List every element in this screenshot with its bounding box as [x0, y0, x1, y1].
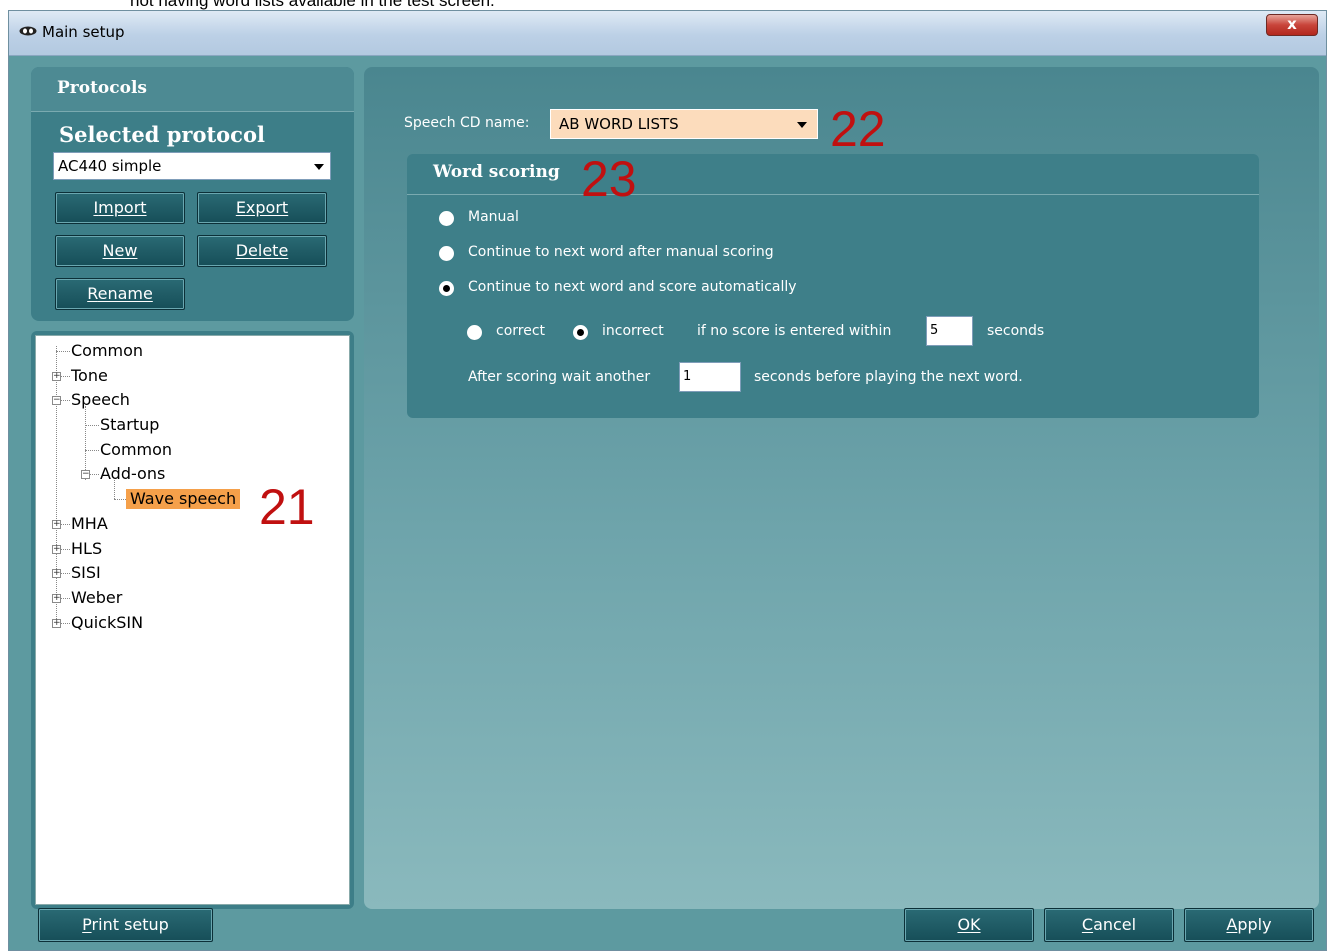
selected-protocol-label: Selected protocol	[59, 122, 265, 147]
tree-item-weber[interactable]: Weber	[71, 588, 122, 608]
title-bar: Main setup x	[9, 11, 1326, 56]
main-setup-window: Main setup x Protocols Selected protocol…	[8, 10, 1327, 951]
protocols-title: Protocols	[57, 78, 147, 98]
expand-icon[interactable]: +	[52, 545, 61, 554]
radio-continue-auto[interactable]	[439, 281, 454, 296]
tree-item-startup[interactable]: Startup	[100, 415, 159, 435]
option-continue-auto-label: Continue to next word and score automati…	[468, 279, 797, 295]
cancel-button[interactable]: Cancel	[1044, 908, 1174, 942]
protocol-select[interactable]: AC440 simple	[53, 152, 331, 180]
new-button[interactable]: New	[55, 235, 185, 267]
wait-suffix-label: seconds before playing the next word.	[754, 369, 1023, 385]
seconds-label: seconds	[987, 323, 1045, 339]
word-scoring-header: Word scoring	[407, 154, 1259, 195]
wait-label: After scoring wait another	[468, 369, 651, 385]
protocols-header: Protocols	[31, 67, 354, 112]
app-icon	[19, 26, 37, 36]
rename-button[interactable]: Rename	[55, 278, 185, 310]
tree-item-mha[interactable]: MHA	[71, 514, 108, 534]
expand-icon[interactable]: +	[52, 569, 61, 578]
tree-item-addons[interactable]: Add-ons	[100, 464, 165, 484]
import-button[interactable]: Import	[55, 192, 185, 224]
export-button[interactable]: Export	[197, 192, 327, 224]
option-manual-label: Manual	[468, 209, 519, 225]
annotation-23: 23	[581, 151, 637, 207]
expand-icon[interactable]: +	[52, 372, 61, 381]
apply-button[interactable]: Apply	[1184, 908, 1314, 942]
incorrect-label: incorrect	[602, 323, 664, 339]
tree-item-speech-common[interactable]: Common	[100, 440, 172, 460]
correct-label: correct	[496, 323, 546, 339]
tree-item-speech[interactable]: Speech	[71, 390, 130, 410]
radio-incorrect[interactable]	[573, 325, 588, 340]
radio-correct[interactable]	[467, 325, 482, 340]
chevron-down-icon	[797, 122, 807, 128]
speech-cd-value: AB WORD LISTS	[559, 115, 679, 133]
expand-icon[interactable]: +	[52, 520, 61, 529]
delete-button[interactable]: Delete	[197, 235, 327, 267]
chevron-down-icon	[314, 164, 324, 170]
tree-panel: Common + Tone − Speech Startup Common − …	[31, 331, 354, 909]
settings-panel: Speech CD name: AB WORD LISTS Word scori…	[364, 67, 1319, 909]
annotation-22: 22	[830, 101, 886, 157]
expand-icon[interactable]: +	[52, 594, 61, 603]
tree-item-sisi[interactable]: SISI	[71, 563, 101, 583]
word-scoring-group: Word scoring Manual Continue to next wor…	[407, 154, 1259, 418]
ok-button[interactable]: OK	[904, 908, 1034, 942]
close-button[interactable]: x	[1266, 14, 1318, 36]
radio-continue-manual[interactable]	[439, 246, 454, 261]
radio-manual[interactable]	[439, 211, 454, 226]
print-setup-button[interactable]: Print setup	[38, 908, 213, 942]
tree-item-hls[interactable]: HLS	[71, 539, 102, 559]
tree-item-quicksin[interactable]: QuickSIN	[71, 613, 143, 633]
protocols-panel: Protocols Selected protocol AC440 simple…	[31, 67, 354, 321]
wait-input[interactable]: 1	[679, 362, 741, 392]
tree-item-common[interactable]: Common	[71, 341, 143, 361]
word-scoring-title: Word scoring	[433, 162, 560, 182]
protocol-select-value: AC440 simple	[58, 157, 162, 175]
collapse-icon[interactable]: −	[52, 396, 61, 405]
within-label: if no score is entered within	[697, 323, 892, 339]
tree-item-wave-speech[interactable]: Wave speech	[126, 489, 241, 509]
speech-cd-label: Speech CD name:	[404, 115, 530, 131]
annotation-21: 21	[259, 479, 315, 535]
seconds-input[interactable]: 5	[926, 316, 973, 346]
tree-item-tone[interactable]: Tone	[71, 366, 108, 386]
collapse-icon[interactable]: −	[81, 470, 90, 479]
client-area: Protocols Selected protocol AC440 simple…	[19, 64, 1319, 909]
speech-cd-select[interactable]: AB WORD LISTS	[550, 109, 818, 139]
window-title: Main setup	[42, 23, 125, 41]
protocol-tree: Common + Tone − Speech Startup Common − …	[35, 335, 350, 905]
expand-icon[interactable]: +	[52, 619, 61, 628]
option-continue-manual-label: Continue to next word after manual scori…	[468, 244, 774, 260]
